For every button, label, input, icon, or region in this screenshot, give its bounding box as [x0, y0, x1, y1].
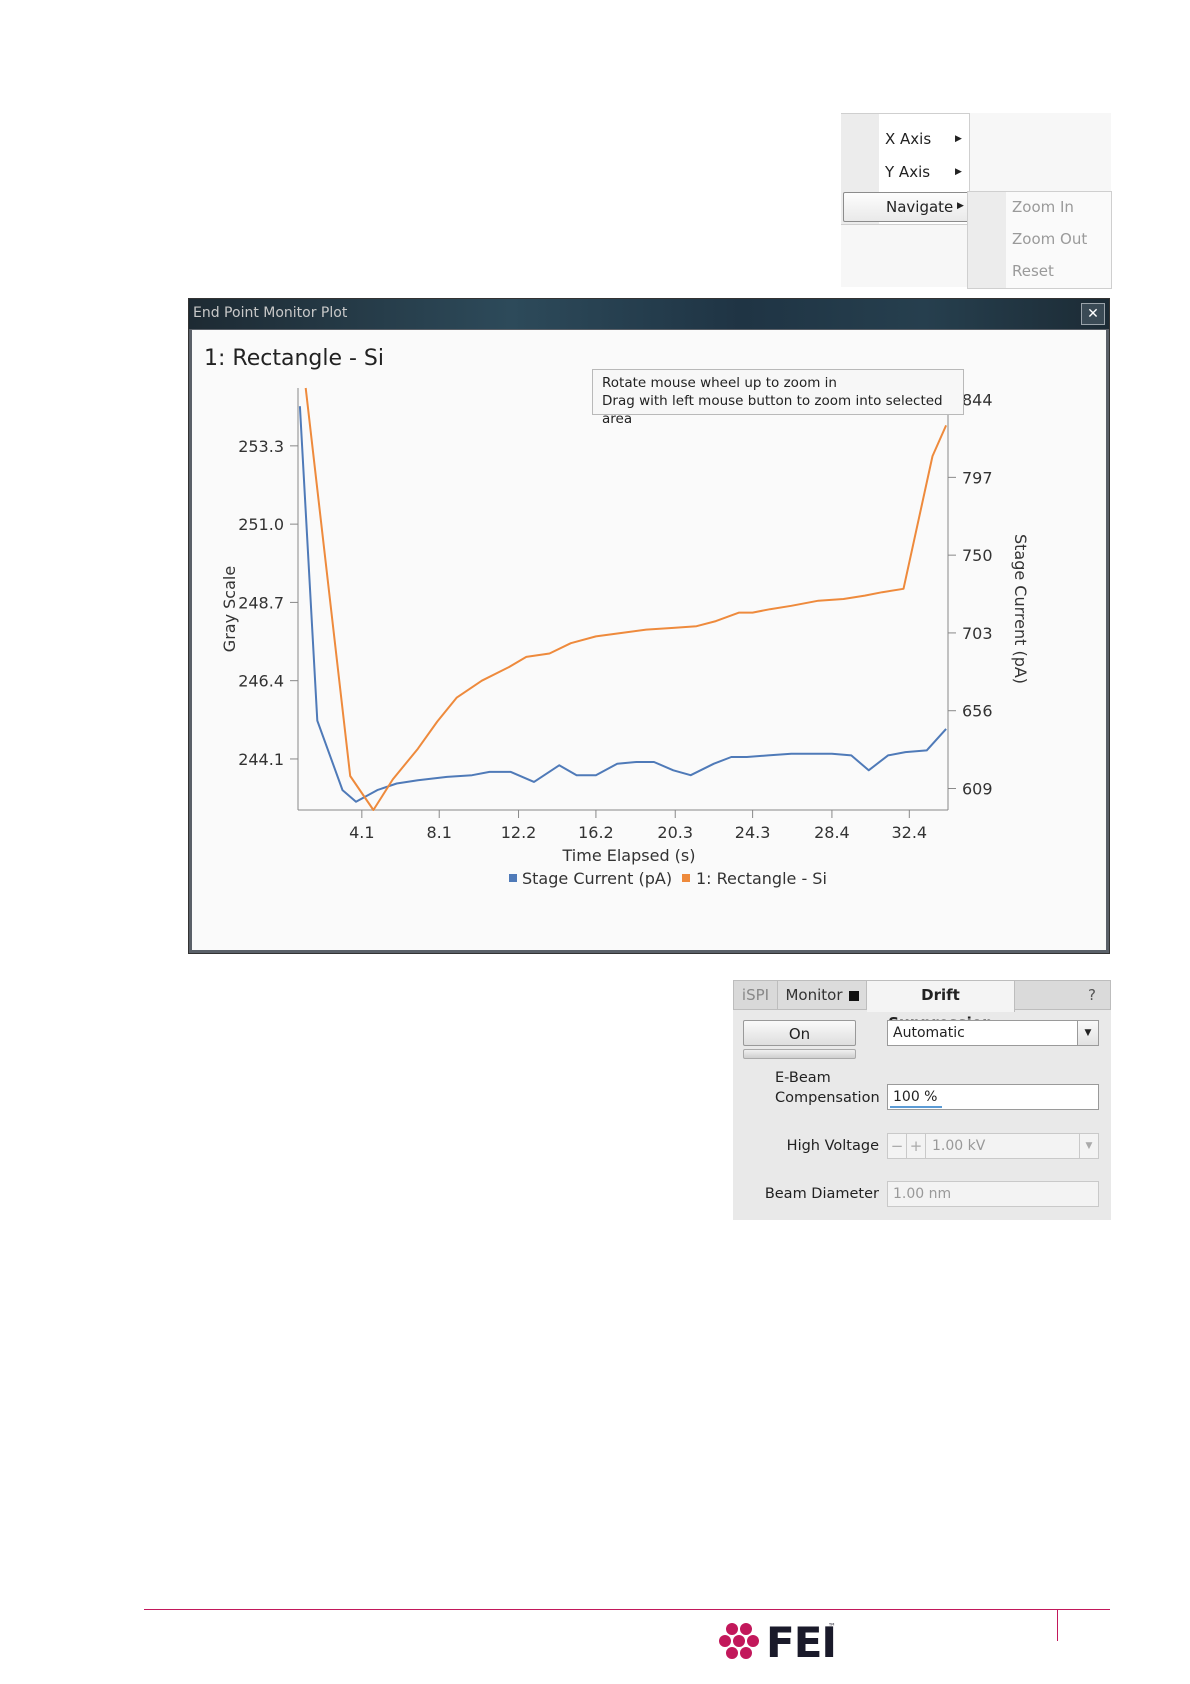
series-line-rectangle-si [304, 387, 948, 811]
minus-icon[interactable]: − [888, 1134, 907, 1158]
footer-rule-tick [1057, 1609, 1058, 1641]
window-titlebar[interactable]: End Point Monitor Plot ✕ [189, 299, 1109, 329]
y-axis-left-label: Gray Scale [220, 566, 239, 652]
x-tick-label: 32.4 [891, 823, 927, 842]
y-right-tick-label: 609 [962, 779, 993, 798]
tooltip-line: Drag with left mouse button to zoom into… [602, 393, 943, 427]
chevron-down-icon[interactable]: ▼ [1079, 1134, 1098, 1158]
context-menu: X Axis ▶ Y Axis ▶ Navigate ▶ Zoom In Zoo… [841, 113, 1112, 289]
high-voltage-label: High Voltage [786, 1138, 879, 1154]
mode-select[interactable]: Automatic ▼ [887, 1020, 1099, 1046]
fei-logo: FEI ™ [718, 1618, 837, 1667]
zoom-tooltip: Rotate mouse wheel up to zoom in Drag wi… [592, 369, 964, 427]
plot-area[interactable]: 1: Rectangle - Si 4.1 8.1 12.2 16.2 20.3 24.3… [192, 330, 1106, 950]
tab-ispi[interactable]: iSPI [734, 981, 778, 1009]
logo-trademark: ™ [828, 1622, 836, 1631]
ebeam-label-line2: Compensation [775, 1090, 880, 1106]
legend-label-stage-current: Stage Current (pA) [522, 869, 672, 888]
tab-monitor[interactable]: Monitor [778, 981, 867, 1009]
series-line-stage-current [298, 406, 947, 803]
beam-diameter-label: Beam Diameter [764, 1186, 879, 1202]
navigate-submenu: Zoom In Zoom Out Reset [967, 191, 1112, 289]
ebeam-compensation-field[interactable]: 100 % [887, 1084, 1099, 1110]
menu-item-zoom-in[interactable]: Zoom In [1012, 198, 1074, 216]
beam-diameter-field[interactable]: 1.00 nm [887, 1181, 1099, 1207]
menu-item-navigate[interactable]: Navigate ▶ [843, 192, 969, 222]
on-button-indicator [743, 1049, 856, 1059]
tab-strip: iSPI Monitor Drift Suppression ? [733, 980, 1111, 1032]
y-axis-right-label: Stage Current (pA) [1011, 534, 1030, 684]
x-tick-label: 24.3 [735, 823, 771, 842]
on-button[interactable]: On [743, 1020, 856, 1046]
context-menu-main: X Axis ▶ Y Axis ▶ Navigate ▶ [841, 113, 970, 225]
chevron-down-icon[interactable]: ▼ [1077, 1021, 1098, 1045]
y-left-tick-label: 244.1 [238, 750, 284, 769]
menu-item-zoom-out[interactable]: Zoom Out [1012, 230, 1087, 248]
legend-swatch-stage-current [509, 874, 517, 882]
x-tick-label: 20.3 [657, 823, 693, 842]
legend-swatch-rectangle-si [682, 874, 690, 882]
menu-item-y-axis[interactable]: Y Axis [885, 163, 930, 181]
x-tick-label: 8.1 [426, 823, 451, 842]
footer-rule [144, 1609, 1110, 1610]
y-left-tick-label: 251.0 [238, 515, 284, 534]
y-left-tick-label: 246.4 [238, 672, 284, 691]
ebeam-label-line1: E-Beam [775, 1070, 831, 1086]
tab-drift-suppression[interactable]: Drift Suppression [867, 981, 1015, 1032]
tab-ispi-label: iSPI [741, 986, 770, 1004]
y-right-tick-label: 703 [962, 624, 993, 643]
y-right-tick-label: 797 [962, 468, 993, 487]
mode-select-value: Automatic [893, 1025, 965, 1041]
beam-diameter-value: 1.00 nm [893, 1186, 952, 1202]
y-right-tick-label: 750 [962, 546, 993, 565]
y-left-tick-label: 248.7 [238, 593, 284, 612]
help-icon[interactable]: ? [1082, 981, 1102, 1009]
x-tick-label: 28.4 [814, 823, 850, 842]
window-title: End Point Monitor Plot [193, 305, 348, 321]
stop-square-icon [848, 991, 859, 1001]
submenu-arrow-icon: ▶ [955, 134, 962, 144]
x-axis-label: Time Elapsed (s) [562, 846, 696, 865]
legend-label-rectangle-si: 1: Rectangle - Si [696, 869, 827, 888]
menu-item-x-axis[interactable]: X Axis [885, 130, 931, 148]
x-tick-label: 4.1 [349, 823, 374, 842]
submenu-arrow-icon: ▶ [955, 167, 962, 177]
y-left-tick-label: 253.3 [238, 437, 284, 456]
menu-item-reset[interactable]: Reset [1012, 262, 1054, 280]
x-tick-label: 12.2 [501, 823, 537, 842]
field-underline [890, 1106, 942, 1108]
menu-gutter [968, 192, 1006, 288]
plus-icon[interactable]: + [907, 1134, 926, 1158]
high-voltage-field[interactable]: − + 1.00 kV ▼ [887, 1133, 1099, 1159]
menu-item-navigate-label: Navigate [886, 198, 954, 216]
submenu-arrow-icon: ▶ [957, 201, 964, 211]
ebeam-compensation-value: 100 % [893, 1089, 938, 1105]
y-right-tick-label: 656 [962, 702, 993, 721]
tooltip-line: Rotate mouse wheel up to zoom in [602, 375, 837, 391]
fei-hexagon-icon [719, 1623, 759, 1659]
drift-suppression-panel: iSPI Monitor Drift Suppression ? On Auto… [733, 980, 1111, 1220]
high-voltage-value: 1.00 kV [932, 1138, 986, 1154]
end-point-monitor-window: End Point Monitor Plot ✕ 1: Rectangle - … [188, 298, 1110, 954]
close-icon[interactable]: ✕ [1081, 303, 1105, 325]
tab-monitor-label: Monitor [785, 986, 843, 1004]
logo-text: FEI [766, 1618, 837, 1667]
y-right-tick-label: 844 [962, 391, 993, 410]
x-tick-label: 16.2 [578, 823, 614, 842]
